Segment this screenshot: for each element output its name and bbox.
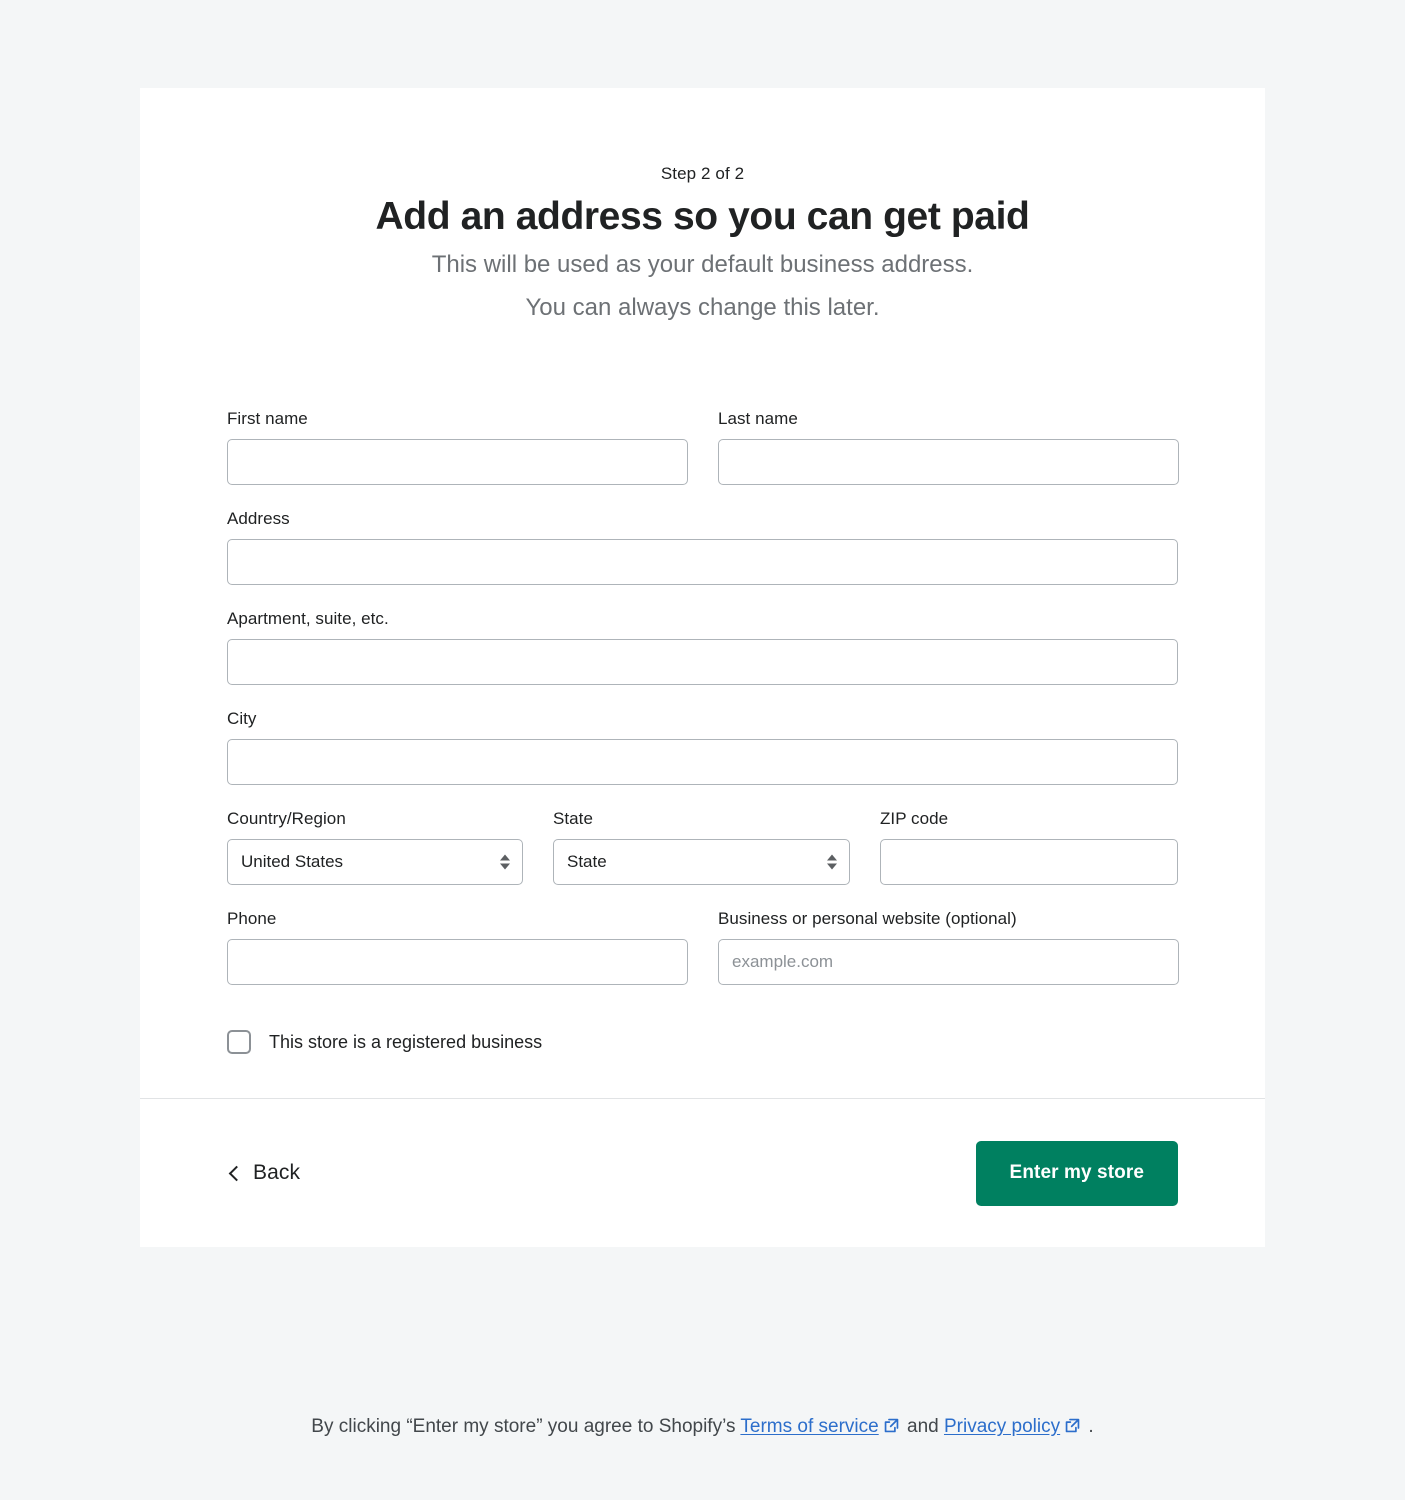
legal-footer: By clicking “Enter my store” you agree t…: [0, 1413, 1405, 1443]
page-subtitle-line-1: This will be used as your default busine…: [431, 251, 974, 278]
step-indicator: Step 2 of 2: [660, 164, 745, 183]
website-field: Business or personal website (optional): [718, 907, 1179, 985]
zip-code-input[interactable]: [880, 839, 1178, 885]
onboarding-page: Step 2 of 2 Add an address so you can ge…: [0, 0, 1405, 1500]
page-subtitle-line-2: You can always change this later.: [525, 294, 880, 321]
last-name-input[interactable]: [718, 439, 1179, 485]
state-select-wrap: State: [553, 839, 850, 885]
first-name-input[interactable]: [227, 439, 688, 485]
location-row: Country/Region United States State State…: [227, 807, 1178, 907]
page-title: Add an address so you can get paid: [375, 195, 1030, 238]
phone-input[interactable]: [227, 939, 688, 985]
address-field: Address: [227, 507, 1178, 585]
card-footer: Back Enter my store: [140, 1099, 1265, 1247]
phone-field: Phone: [227, 907, 688, 985]
state-select[interactable]: State: [553, 839, 850, 885]
enter-my-store-button[interactable]: Enter my store: [975, 1140, 1178, 1206]
country-label: Country/Region: [227, 809, 346, 828]
state-label: State: [553, 809, 593, 828]
privacy-policy-link[interactable]: Privacy policy: [944, 1416, 1060, 1437]
first-name-label: First name: [227, 409, 308, 428]
apartment-field: Apartment, suite, etc.: [227, 607, 1178, 685]
legal-suffix-text: .: [1088, 1416, 1094, 1437]
zip-code-field: ZIP code: [880, 807, 1178, 885]
state-selected-value: State: [567, 852, 607, 871]
country-select-wrap: United States: [227, 839, 523, 885]
website-label: Business or personal website (optional): [718, 909, 1017, 928]
registered-business-label[interactable]: This store is a registered business: [269, 1030, 542, 1054]
city-input[interactable]: [227, 739, 1178, 785]
city-field: City: [227, 707, 1178, 785]
website-input[interactable]: [718, 939, 1179, 985]
back-button-label: Back: [253, 1161, 301, 1184]
country-selected-value: United States: [241, 852, 344, 871]
contact-row: Phone Business or personal website (opti…: [227, 907, 1179, 1007]
legal-conjunction-text: and: [907, 1416, 939, 1437]
registered-business-checkbox[interactable]: [227, 1030, 251, 1054]
chevron-left-icon: [228, 1165, 245, 1181]
first-name-field: First name: [227, 407, 688, 485]
legal-prefix-text: By clicking “Enter my store” you agree t…: [311, 1416, 736, 1437]
city-label: City: [227, 709, 257, 728]
back-button[interactable]: Back: [227, 1155, 304, 1191]
zip-code-label: ZIP code: [880, 809, 949, 828]
country-select[interactable]: United States: [227, 839, 523, 885]
registered-business-row: This store is a registered business: [227, 1030, 1178, 1098]
apartment-label: Apartment, suite, etc.: [227, 609, 389, 628]
apartment-input[interactable]: [227, 639, 1178, 685]
address-form-card: Step 2 of 2 Add an address so you can ge…: [140, 88, 1265, 1247]
external-link-icon: [1064, 1415, 1081, 1443]
address-form: First name Last name Address Apartment, …: [140, 328, 1265, 1098]
external-link-icon: [883, 1415, 900, 1443]
terms-of-service-link[interactable]: Terms of service: [740, 1416, 878, 1437]
card-header: Step 2 of 2 Add an address so you can ge…: [140, 88, 1265, 328]
address-input[interactable]: [227, 539, 1178, 585]
name-row: First name Last name: [227, 407, 1179, 507]
address-label: Address: [227, 509, 290, 528]
phone-label: Phone: [227, 909, 277, 928]
last-name-label: Last name: [718, 409, 798, 428]
last-name-field: Last name: [718, 407, 1179, 485]
country-field: Country/Region United States: [227, 807, 523, 885]
state-field: State State: [553, 807, 850, 885]
